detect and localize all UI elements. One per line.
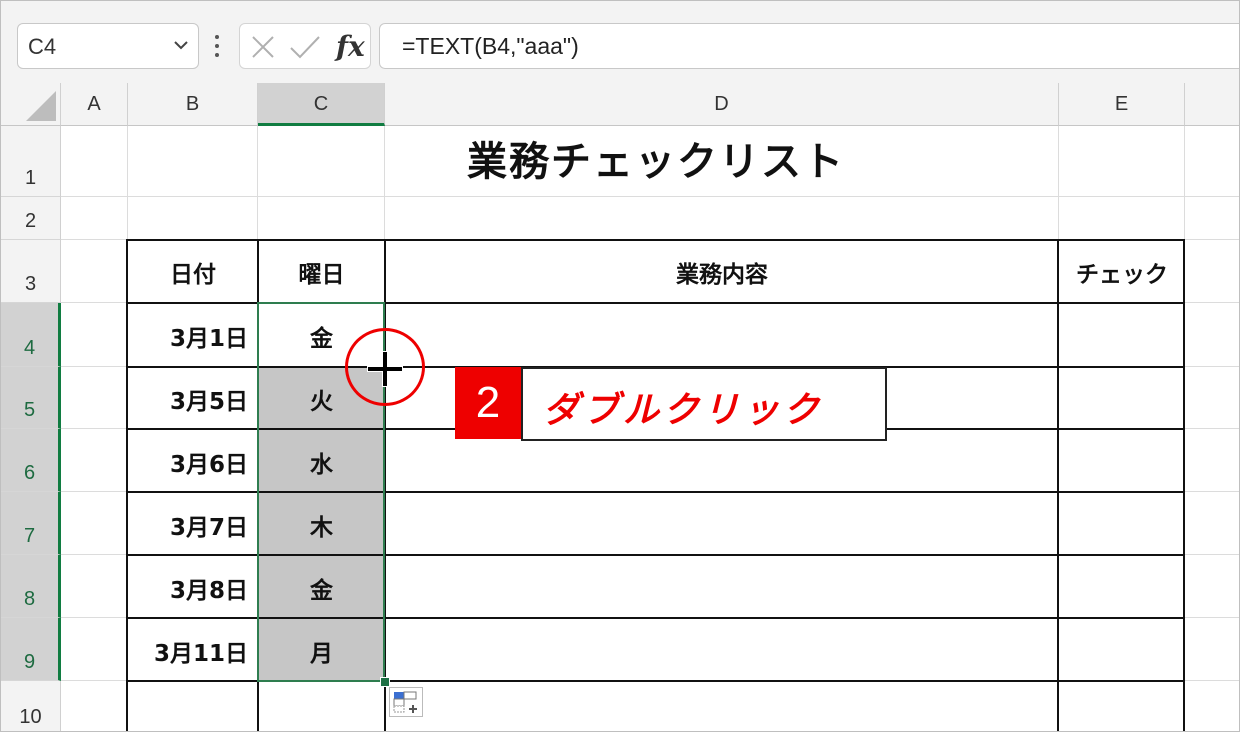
column-header-b[interactable]: B <box>128 83 258 126</box>
formula-bar: C4 fx =TEXT(B4,"aaa") <box>1 1 1239 83</box>
row-header-9[interactable]: 9 <box>1 618 61 681</box>
step-callout: ダブルクリック <box>521 367 887 441</box>
formula-input[interactable]: =TEXT(B4,"aaa") <box>379 23 1239 69</box>
row-header-10[interactable]: 10 <box>1 681 61 731</box>
row-header-3[interactable]: 3 <box>1 240 61 303</box>
row-header-7[interactable]: 7 <box>1 492 61 555</box>
name-box-value: C4 <box>28 34 57 59</box>
row-header-1[interactable]: 1 <box>1 126 61 197</box>
fill-handle-crosshair-icon <box>367 351 403 387</box>
date-cell[interactable]: 3月8日 <box>128 571 258 605</box>
row-header-5[interactable]: 5 <box>1 367 61 429</box>
column-header-a[interactable]: A <box>61 83 128 126</box>
header-task[interactable]: 業務内容 <box>385 255 1059 289</box>
row-header-8[interactable]: 8 <box>1 555 61 618</box>
header-check[interactable]: チェック <box>1059 255 1185 289</box>
formula-text: =TEXT(B4,"aaa") <box>402 33 579 59</box>
step-number-badge: 2 <box>455 367 521 439</box>
chevron-down-icon[interactable] <box>172 36 190 54</box>
header-weekday[interactable]: 曜日 <box>258 255 385 289</box>
header-date[interactable]: 日付 <box>128 255 258 289</box>
name-box[interactable]: C4 <box>17 23 199 69</box>
sheet-title[interactable]: 業務チェックリスト <box>127 129 1185 187</box>
more-options-icon[interactable] <box>213 31 221 61</box>
column-header-c[interactable]: C <box>258 83 385 126</box>
date-cell[interactable]: 3月7日 <box>128 508 258 542</box>
spreadsheet-window: C4 fx =TEXT(B4,"aaa") A B C D E 1 2 3 4 … <box>0 0 1240 732</box>
insert-function-button[interactable]: fx <box>336 30 365 63</box>
formula-buttons: fx <box>239 23 371 69</box>
auto-fill-options-button[interactable] <box>389 687 423 717</box>
cancel-x-icon[interactable] <box>250 34 276 60</box>
fill-handle[interactable] <box>380 677 390 687</box>
date-cell[interactable]: 3月1日 <box>128 319 258 353</box>
date-cell[interactable]: 3月11日 <box>128 634 258 668</box>
auto-fill-options-icon <box>393 691 417 713</box>
column-header-e[interactable]: E <box>1059 83 1185 126</box>
row-header-4[interactable]: 4 <box>1 303 61 367</box>
column-header-d[interactable]: D <box>385 83 1059 126</box>
row-header-6[interactable]: 6 <box>1 429 61 492</box>
date-cell[interactable]: 3月5日 <box>128 382 258 416</box>
step-instruction: ダブルクリック <box>543 390 824 431</box>
column-header-f[interactable] <box>1185 83 1239 126</box>
select-all-corner[interactable] <box>1 83 61 126</box>
checkmark-icon[interactable] <box>288 34 322 60</box>
date-cell[interactable]: 3月6日 <box>128 445 258 479</box>
row-header-2[interactable]: 2 <box>1 197 61 240</box>
